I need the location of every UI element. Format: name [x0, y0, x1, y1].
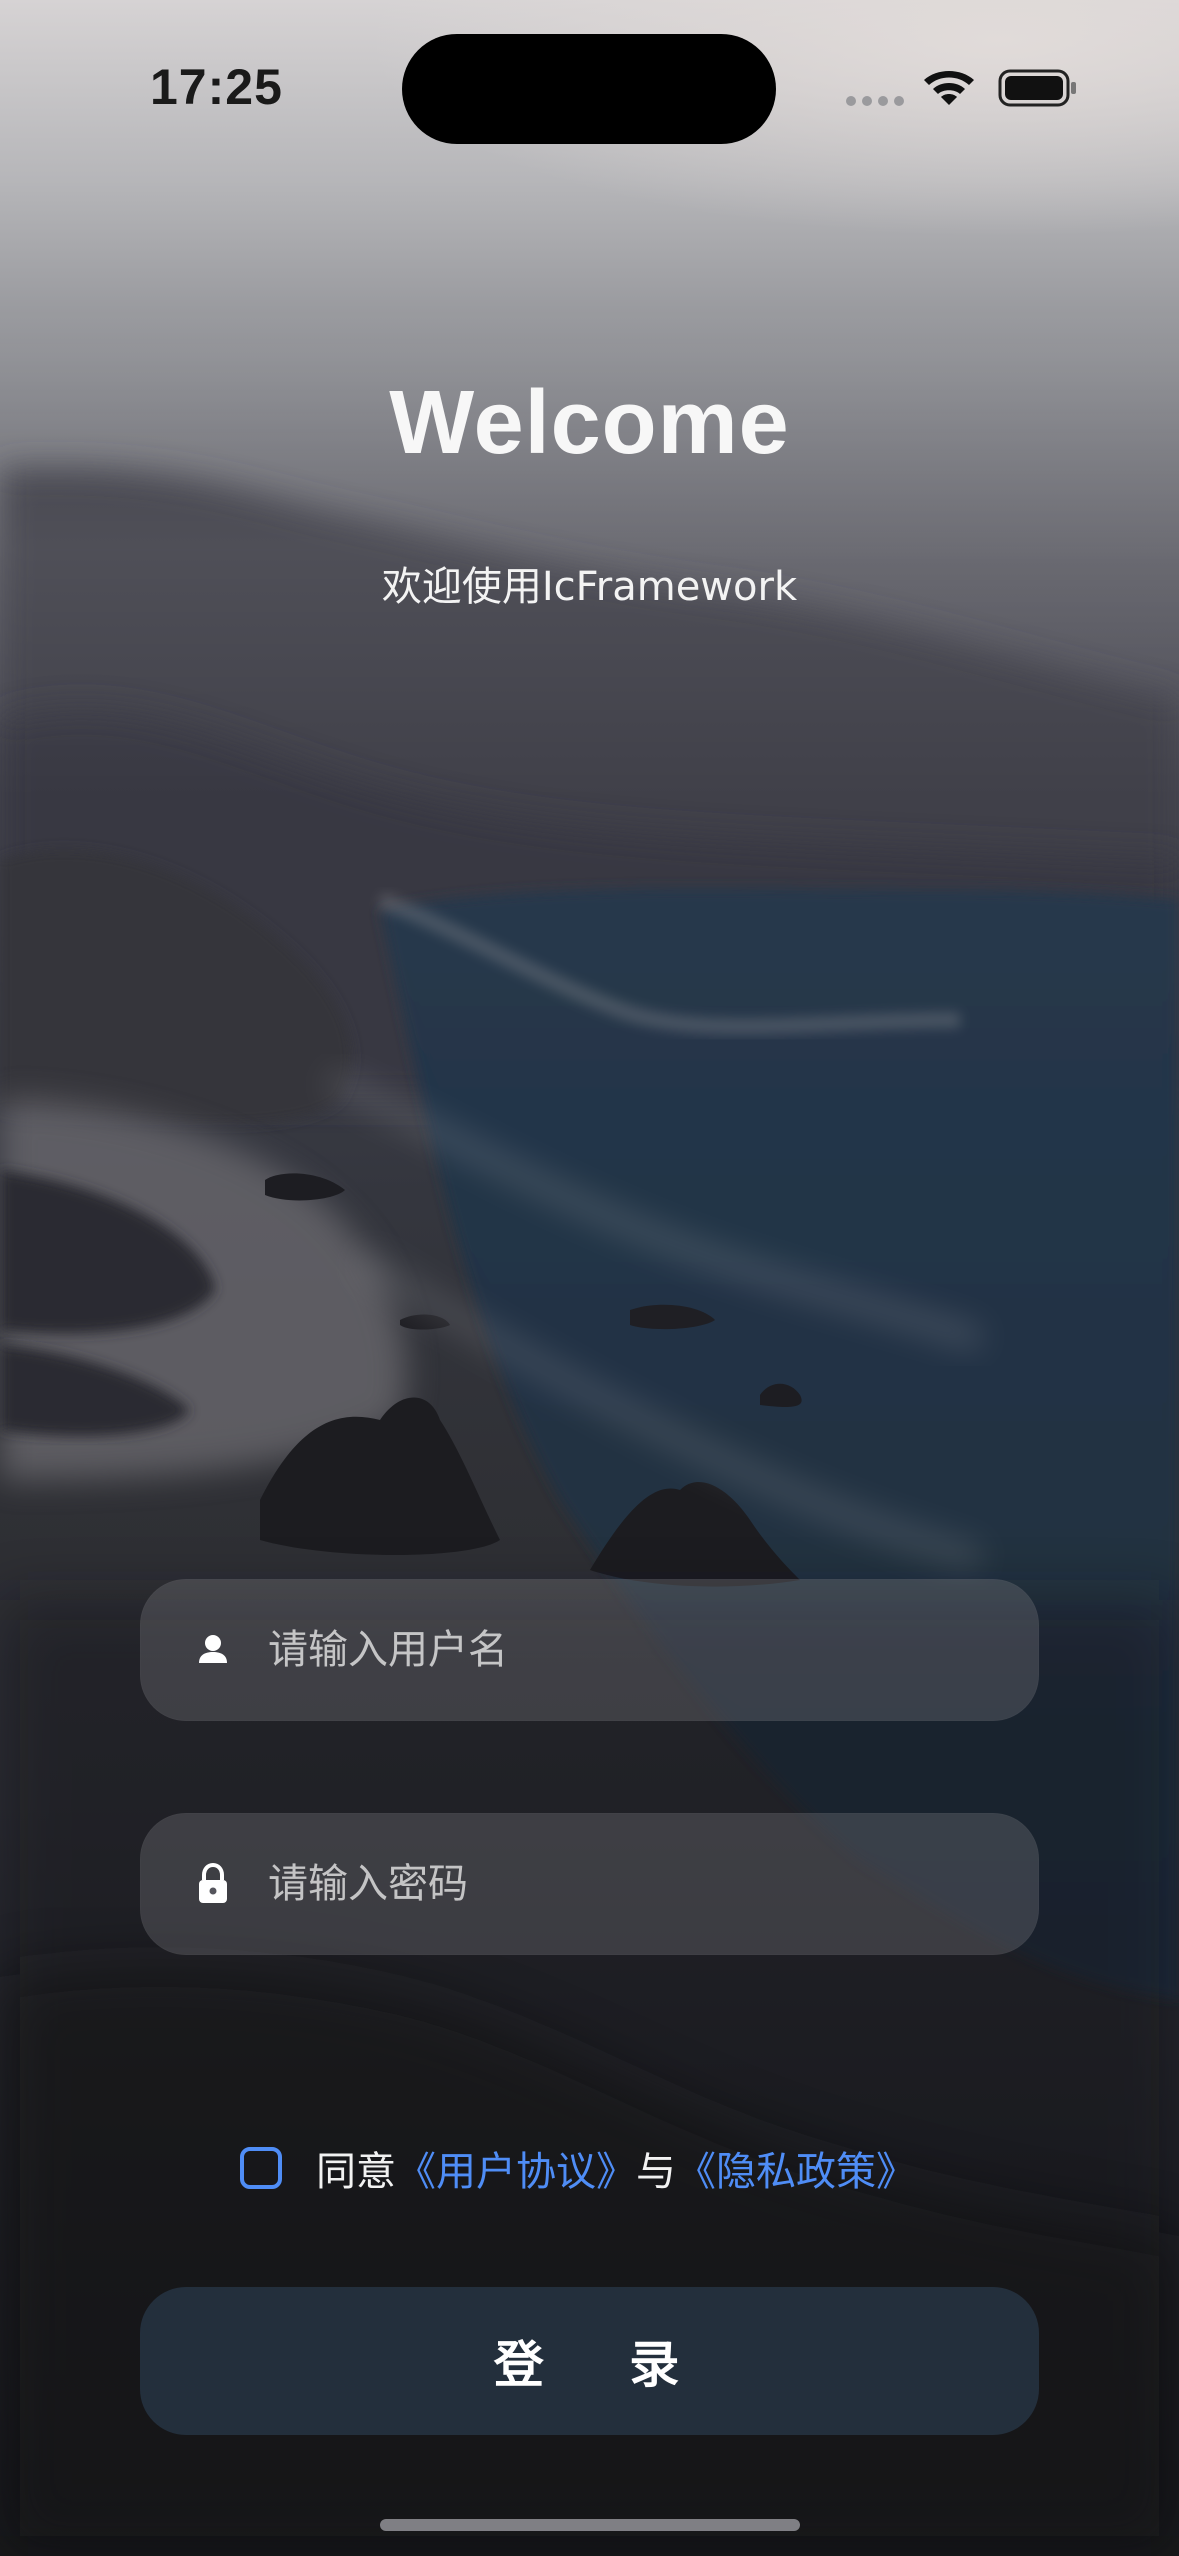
login-button[interactable]: 登 录: [140, 2287, 1039, 2435]
person-icon: [195, 1629, 231, 1671]
agreement-checkbox[interactable]: [240, 2147, 282, 2189]
status-time: 17:25: [150, 59, 283, 115]
welcome-title: Welcome: [389, 373, 790, 473]
welcome-subtitle: 欢迎使用IcFramework: [381, 564, 798, 610]
agreement-connector: 与: [636, 2149, 676, 2195]
lock-icon: [195, 1863, 231, 1905]
home-indicator: [380, 2519, 800, 2531]
dynamic-island: [402, 34, 776, 144]
agreement-row: 同意 《用户协议》 与 《隐私政策》: [240, 2138, 916, 2198]
password-field[interactable]: [140, 1813, 1039, 1955]
agreement-prefix: 同意: [316, 2149, 396, 2195]
wifi-icon: [924, 71, 974, 105]
cellular-signal-icon: [846, 96, 904, 106]
privacy-policy-link[interactable]: 《隐私政策》: [676, 2139, 916, 2197]
user-agreement-link[interactable]: 《用户协议》: [396, 2139, 636, 2197]
username-input[interactable]: [266, 1604, 999, 1696]
password-input[interactable]: [266, 1838, 999, 1930]
battery-icon: [998, 69, 1076, 107]
username-field[interactable]: [140, 1579, 1039, 1721]
